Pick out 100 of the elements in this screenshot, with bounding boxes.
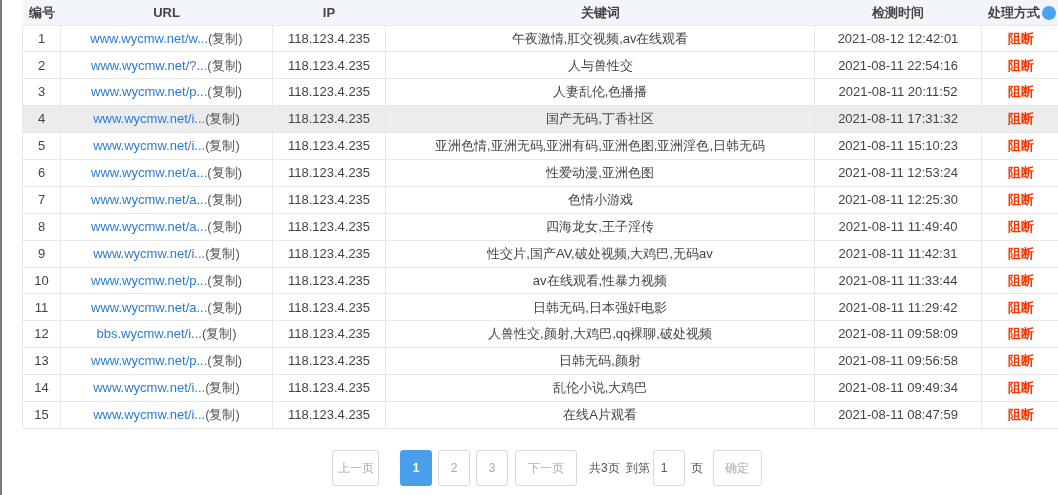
copy-link[interactable]: (复制)	[207, 272, 242, 288]
action-status: 阻断	[1008, 84, 1034, 100]
detection-time: 2021-08-11 17:31:32	[838, 111, 958, 127]
row-number: 8	[37, 218, 46, 234]
keywords: 性交片,国产AV,破处视频,大鸡巴,无码av	[487, 245, 713, 261]
copy-link[interactable]: (复制)	[205, 138, 240, 154]
url-link[interactable]: www.wycmw.net/?...	[91, 57, 208, 73]
copy-link[interactable]: (复制)	[207, 299, 242, 315]
action-status: 阻断	[1008, 326, 1034, 342]
copy-link[interactable]: (复制)	[207, 192, 242, 208]
row-number: 2	[37, 57, 46, 73]
keywords: 色情小游戏	[567, 192, 633, 208]
keywords: 性爱动漫,亚洲色图	[546, 165, 654, 181]
copy-link[interactable]: (复制)	[208, 30, 243, 46]
url-link[interactable]: www.wycmw.net/i...	[93, 380, 206, 396]
row-number: 10	[34, 272, 49, 288]
row-number: 4	[37, 111, 46, 127]
copy-link[interactable]: (复制)	[207, 353, 242, 369]
keywords: 乱伦小说,大鸡巴	[552, 380, 648, 396]
url-link[interactable]: www.wycmw.net/a...	[91, 165, 208, 181]
info-icon[interactable]	[1041, 6, 1056, 21]
page-input[interactable]: 1	[652, 449, 685, 486]
page-button[interactable]: 2	[438, 449, 470, 486]
copy-link[interactable]: (复制)	[207, 57, 242, 73]
ip-address: 118.123.4.235	[287, 407, 371, 423]
url-link[interactable]: www.wycmw.net/a...	[91, 299, 208, 315]
copy-link[interactable]: (复制)	[205, 111, 240, 127]
ip-address: 118.123.4.235	[287, 299, 371, 315]
page-button[interactable]: 1	[400, 449, 432, 486]
keywords: 人兽性交,颜射,大鸡巴,qq裸聊,破处视频	[488, 326, 712, 342]
keywords: 日韩无码,日本强奸电影	[533, 299, 667, 315]
detection-time: 2021-08-11 11:29:42	[838, 299, 958, 315]
action-status: 阻断	[1008, 218, 1034, 234]
row-number: 1	[37, 30, 46, 46]
copy-link[interactable]: (复制)	[207, 218, 242, 234]
row-number: 12	[34, 326, 49, 342]
url-link[interactable]: www.wycmw.net/p...	[91, 353, 208, 369]
ip-address: 118.123.4.235	[287, 218, 371, 234]
url-link[interactable]: www.wycmw.net/p...	[91, 84, 208, 100]
keywords: av在线观看,性暴力视频	[532, 272, 668, 288]
page-button[interactable]: 3	[476, 449, 508, 486]
detection-time: 2021-08-11 12:53:24	[838, 165, 958, 181]
ip-address: 118.123.4.235	[287, 57, 371, 73]
url-link[interactable]: www.wycmw.net/a...	[91, 218, 208, 234]
detection-time: 2021-08-11 11:42:31	[838, 245, 958, 261]
action-status: 阻断	[1008, 57, 1034, 73]
ip-address: 118.123.4.235	[287, 380, 371, 396]
detection-time: 2021-08-11 09:49:34	[838, 380, 958, 396]
url-link[interactable]: www.wycmw.net/i...	[93, 245, 206, 261]
row-number: 5	[37, 138, 46, 154]
row-number: 14	[34, 380, 49, 396]
detection-time: 2021-08-11 15:10:23	[838, 138, 958, 154]
url-link[interactable]: www.wycmw.net/p...	[91, 272, 208, 288]
copy-link[interactable]: (复制)	[205, 245, 240, 261]
row-number: 13	[34, 353, 49, 369]
action-status: 阻断	[1008, 30, 1034, 46]
action-status: 阻断	[1008, 353, 1034, 369]
copy-link[interactable]: (复制)	[207, 84, 242, 100]
page-suffix: 页	[690, 459, 703, 477]
copy-link[interactable]: (复制)	[205, 380, 240, 396]
row-number: 9	[37, 245, 46, 261]
row-number: 7	[37, 192, 46, 208]
url-link[interactable]: www.wycmw.net/w...	[90, 30, 209, 46]
confirm-button[interactable]: 确定	[712, 449, 762, 486]
keywords: 四海龙女,王子淫传	[546, 218, 654, 234]
total-pages: 共3页	[589, 459, 620, 477]
column-header: 处理方式	[987, 4, 1040, 20]
next-page-button[interactable]: 下一页	[515, 449, 577, 486]
column-header: 检测时间	[872, 4, 924, 20]
detection-time: 2021-08-11 12:25:30	[838, 192, 958, 208]
column-header: URL	[153, 4, 180, 20]
ip-address: 118.123.4.235	[287, 272, 371, 288]
detection-time: 2021-08-12 12:42:01	[837, 30, 959, 46]
keywords: 在线A片观看	[563, 407, 637, 423]
url-link[interactable]: www.wycmw.net/a...	[91, 192, 208, 208]
copy-link[interactable]: (复制)	[201, 326, 237, 342]
action-status: 阻断	[1008, 299, 1034, 315]
column-header: 关键词	[580, 4, 620, 20]
url-link[interactable]: www.wycmw.net/i...	[93, 138, 206, 154]
ip-address: 118.123.4.235	[287, 30, 371, 46]
ip-address: 118.123.4.235	[287, 138, 371, 154]
copy-link[interactable]: (复制)	[207, 165, 242, 181]
ip-address: 118.123.4.235	[287, 245, 371, 261]
detection-time: 2021-08-11 22:54:16	[838, 57, 958, 73]
ip-address: 118.123.4.235	[287, 192, 371, 208]
row-number: 6	[37, 165, 46, 181]
keywords: 日韩无码,颜射	[559, 353, 641, 369]
url-link[interactable]: www.wycmw.net/i...	[93, 111, 206, 127]
ip-address: 118.123.4.235	[287, 326, 371, 342]
copy-link[interactable]: (复制)	[205, 407, 240, 423]
action-status: 阻断	[1008, 245, 1034, 261]
detection-time: 2021-08-11 09:58:09	[838, 326, 958, 342]
row-number: 3	[37, 84, 46, 100]
url-link[interactable]: bbs.wycmw.net/i...	[96, 326, 202, 342]
ip-address: 118.123.4.235	[287, 111, 371, 127]
url-link[interactable]: www.wycmw.net/i...	[93, 407, 206, 423]
column-header: 编号	[28, 4, 55, 20]
action-status: 阻断	[1008, 407, 1034, 423]
detection-time: 2021-08-11 09:56:58	[838, 353, 958, 369]
previous-page-button[interactable]: 上一页	[332, 449, 379, 486]
